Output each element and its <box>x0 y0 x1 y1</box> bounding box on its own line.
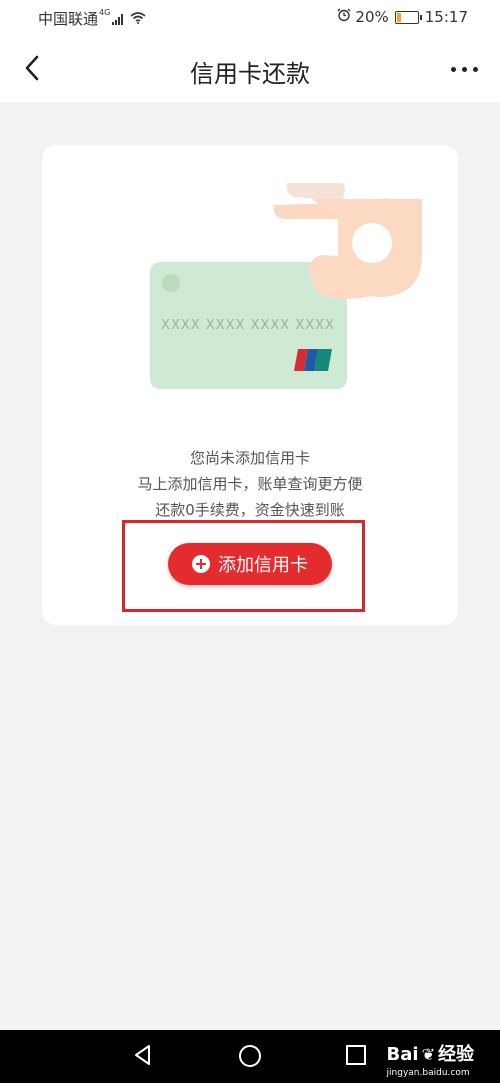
more-dot-icon <box>461 66 467 72</box>
empty-state-line-1: 您尚未添加信用卡 <box>189 449 310 467</box>
header-bar: 信用卡还款 <box>0 36 500 102</box>
unionpay-logo-icon <box>294 349 332 371</box>
nav-recent-apps-button[interactable] <box>345 1044 367 1070</box>
wifi-icon <box>130 10 146 28</box>
battery-icon <box>394 10 422 24</box>
nav-back-button[interactable] <box>132 1044 154 1070</box>
clock: 15:17 <box>424 8 468 26</box>
screen: 中国联通 4G 20% 15:17 信用卡还款 XXXX XXXX XXXX X… <box>0 0 500 1083</box>
square-recent-icon <box>346 1045 366 1065</box>
highlight-annotation-box <box>122 520 365 612</box>
nav-home-button[interactable] <box>238 1044 262 1072</box>
more-options-button[interactable] <box>444 54 484 84</box>
carrier-label: 中国联通 <box>38 10 99 28</box>
card-number-mask: XXXX XXXX XXXX XXXX <box>161 318 335 333</box>
status-bar: 中国联通 4G 20% 15:17 <box>0 0 500 36</box>
status-right: 20% 15:17 <box>337 8 468 26</box>
circle-home-icon <box>239 1045 261 1067</box>
baidu-jingyan-watermark: Bai ❦ 经验 jingyan.baidu.com <box>387 1040 474 1078</box>
more-dot-icon <box>450 66 456 72</box>
more-dot-icon <box>472 66 478 72</box>
system-navigation-bar: Bai ❦ 经验 jingyan.baidu.com <box>0 1030 500 1083</box>
empty-state-message: 您尚未添加信用卡 马上添加信用卡，账单查询更方便 还款0手续费，资金快速到账 <box>42 445 458 523</box>
battery-percent: 20% <box>355 8 389 26</box>
signal-icon <box>112 13 124 25</box>
watermark-brand: Bai <box>386 1044 419 1065</box>
network-type: 4G <box>99 8 111 17</box>
credit-card-illustration: XXXX XXXX XXXX XXXX <box>150 183 422 389</box>
watermark-domain: jingyan.baidu.com <box>386 1068 470 1078</box>
battery-level-fill <box>396 12 401 22</box>
page-title: 信用卡还款 <box>190 60 310 88</box>
card-chip-dot <box>162 274 180 292</box>
alarm-icon <box>337 8 351 26</box>
status-left: 中国联通 4G <box>38 8 146 29</box>
watermark-brand-suffix: 经验 <box>438 1044 474 1065</box>
empty-state-line-2: 马上添加信用卡，账单查询更方便 <box>137 475 363 493</box>
paw-logo-icon: ❦ <box>421 1045 435 1064</box>
triangle-back-icon <box>135 1045 150 1065</box>
